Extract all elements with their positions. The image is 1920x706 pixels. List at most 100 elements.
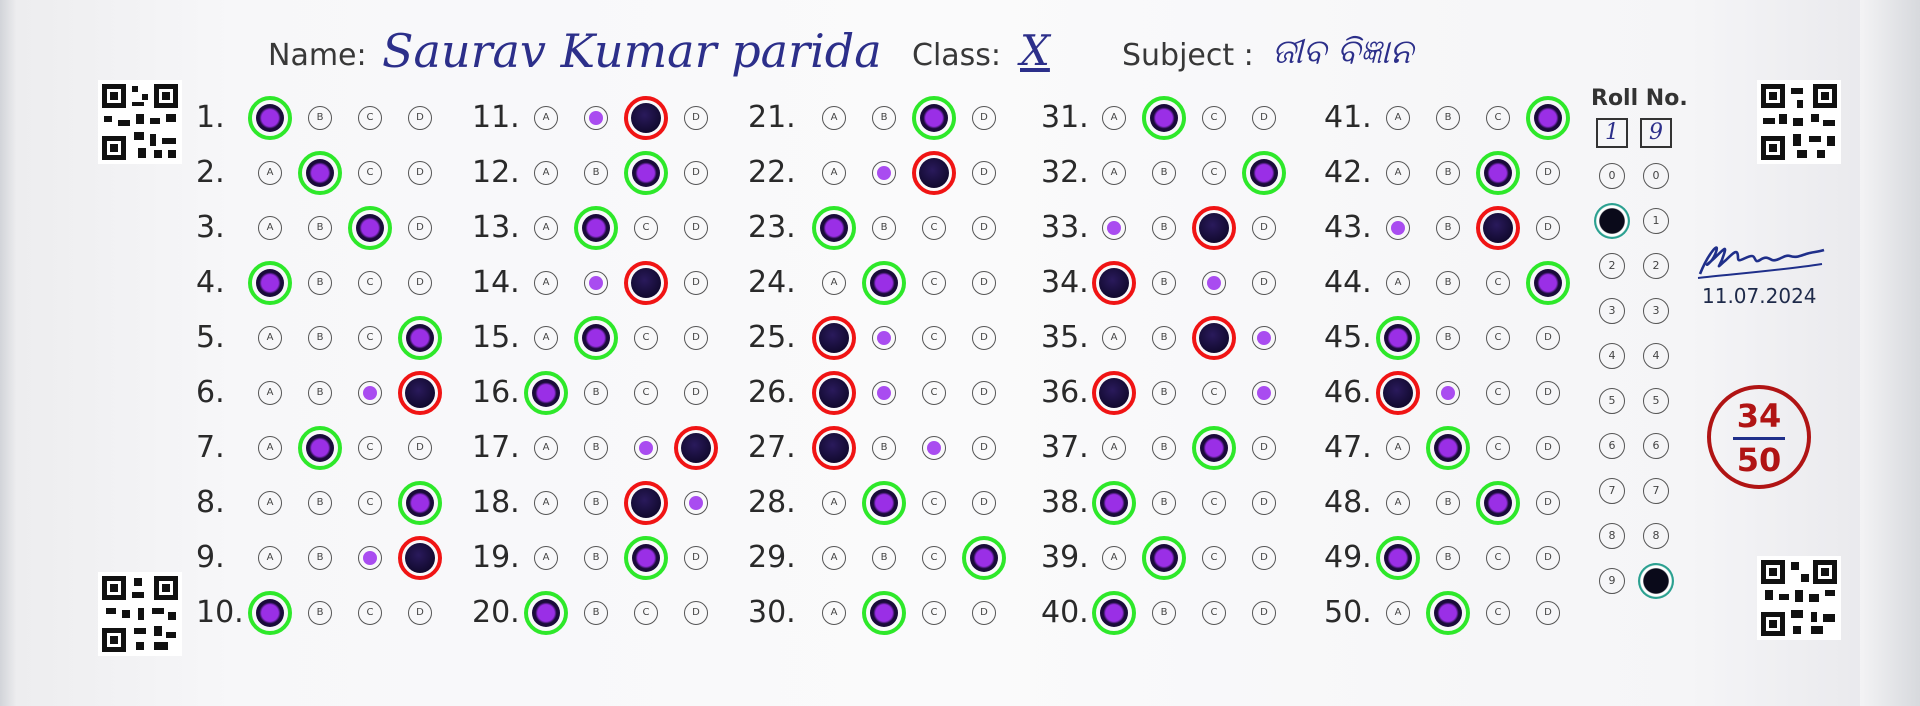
option-bubble[interactable]: A: [1386, 491, 1410, 515]
option-bubble[interactable]: D: [972, 216, 996, 240]
selected-bubble[interactable]: [1100, 599, 1128, 627]
selected-bubble[interactable]: [870, 599, 898, 627]
selected-bubble[interactable]: [820, 214, 848, 242]
option-bubble[interactable]: B: [1436, 491, 1460, 515]
option-bubble[interactable]: B: [308, 601, 332, 625]
option-bubble[interactable]: A: [258, 326, 282, 350]
selected-bubble[interactable]: [1099, 378, 1129, 408]
option-bubble[interactable]: B: [1152, 436, 1176, 460]
option-bubble[interactable]: D: [408, 161, 432, 185]
selected-bubble[interactable]: [819, 323, 849, 353]
option-bubble[interactable]: D: [1252, 271, 1276, 295]
option-bubble[interactable]: D: [408, 271, 432, 295]
option-bubble[interactable]: C: [634, 601, 658, 625]
selected-bubble[interactable]: [920, 104, 948, 132]
roll-digit-bubble[interactable]: 5: [1643, 388, 1669, 414]
option-bubble[interactable]: D: [972, 381, 996, 405]
selected-bubble[interactable]: [1534, 104, 1562, 132]
option-bubble[interactable]: B: [1436, 271, 1460, 295]
option-bubble[interactable]: A: [1102, 326, 1126, 350]
selected-bubble[interactable]: [1384, 544, 1412, 572]
option-bubble[interactable]: C: [922, 546, 946, 570]
option-bubble[interactable]: B: [584, 161, 608, 185]
option-bubble[interactable]: C: [1486, 436, 1510, 460]
selected-bubble[interactable]: [406, 324, 434, 352]
selected-bubble[interactable]: [1250, 159, 1278, 187]
option-bubble[interactable]: D: [1252, 491, 1276, 515]
option-bubble[interactable]: D: [684, 106, 708, 130]
selected-bubble[interactable]: [919, 158, 949, 188]
selected-bubble[interactable]: [1150, 104, 1178, 132]
selected-bubble[interactable]: [970, 544, 998, 572]
selected-bubble[interactable]: [1099, 268, 1129, 298]
option-bubble[interactable]: D: [1252, 546, 1276, 570]
option-bubble[interactable]: B: [584, 381, 608, 405]
option-bubble[interactable]: C: [358, 601, 382, 625]
roll-digit-bubble[interactable]: 9: [1599, 568, 1625, 594]
option-bubble[interactable]: B: [872, 546, 896, 570]
option-bubble[interactable]: C: [634, 216, 658, 240]
option-bubble[interactable]: C: [358, 271, 382, 295]
selected-bubble[interactable]: [1150, 544, 1178, 572]
selected-bubble[interactable]: [632, 159, 660, 187]
roll-digit-bubble[interactable]: 7: [1599, 478, 1625, 504]
selected-bubble[interactable]: [256, 104, 284, 132]
option-bubble[interactable]: B: [308, 381, 332, 405]
option-bubble[interactable]: B: [584, 601, 608, 625]
roll-digit-bubble[interactable]: 8: [1643, 523, 1669, 549]
selected-bubble[interactable]: [1534, 269, 1562, 297]
option-bubble[interactable]: D: [1536, 326, 1560, 350]
option-bubble[interactable]: C: [922, 601, 946, 625]
selected-bubble[interactable]: [1384, 324, 1412, 352]
roll-selected-bubble[interactable]: [1594, 203, 1630, 239]
option-bubble[interactable]: A: [1102, 106, 1126, 130]
option-bubble[interactable]: C: [922, 381, 946, 405]
option-bubble[interactable]: D: [1536, 546, 1560, 570]
option-bubble[interactable]: D: [408, 601, 432, 625]
option-bubble[interactable]: D: [1536, 436, 1560, 460]
option-bubble[interactable]: C: [1202, 546, 1226, 570]
selected-bubble[interactable]: [870, 489, 898, 517]
selected-bubble[interactable]: [582, 324, 610, 352]
option-bubble[interactable]: A: [822, 601, 846, 625]
option-bubble[interactable]: C: [358, 491, 382, 515]
option-bubble[interactable]: A: [534, 546, 558, 570]
selected-bubble[interactable]: [582, 214, 610, 242]
roll-digit-bubble[interactable]: 6: [1599, 433, 1625, 459]
selected-bubble[interactable]: [681, 433, 711, 463]
roll-digit-bubble[interactable]: 3: [1643, 298, 1669, 324]
option-bubble[interactable]: D: [1536, 601, 1560, 625]
selected-bubble[interactable]: [631, 488, 661, 518]
selected-bubble[interactable]: [1484, 489, 1512, 517]
option-bubble[interactable]: B: [1152, 216, 1176, 240]
option-bubble[interactable]: D: [972, 326, 996, 350]
option-bubble[interactable]: A: [258, 491, 282, 515]
option-bubble[interactable]: B: [1152, 491, 1176, 515]
option-bubble[interactable]: A: [1102, 436, 1126, 460]
roll-digit-bubble[interactable]: 1: [1643, 208, 1669, 234]
selected-bubble[interactable]: [819, 433, 849, 463]
option-bubble[interactable]: A: [1386, 436, 1410, 460]
option-bubble[interactable]: C: [358, 436, 382, 460]
option-bubble[interactable]: A: [822, 106, 846, 130]
selected-bubble[interactable]: [1100, 489, 1128, 517]
option-bubble[interactable]: B: [1436, 106, 1460, 130]
roll-digit-bubble[interactable]: 8: [1599, 523, 1625, 549]
selected-bubble[interactable]: [819, 378, 849, 408]
option-bubble[interactable]: D: [1252, 601, 1276, 625]
option-bubble[interactable]: C: [1202, 491, 1226, 515]
selected-bubble[interactable]: [256, 599, 284, 627]
option-bubble[interactable]: A: [258, 216, 282, 240]
option-bubble[interactable]: A: [534, 106, 558, 130]
option-bubble[interactable]: D: [684, 381, 708, 405]
option-bubble[interactable]: B: [1152, 381, 1176, 405]
option-bubble[interactable]: A: [534, 491, 558, 515]
selected-bubble[interactable]: [306, 434, 334, 462]
option-bubble[interactable]: C: [1202, 106, 1226, 130]
selected-bubble[interactable]: [1199, 213, 1229, 243]
option-bubble[interactable]: C: [1202, 161, 1226, 185]
option-bubble[interactable]: D: [972, 491, 996, 515]
option-bubble[interactable]: B: [1152, 326, 1176, 350]
option-bubble[interactable]: A: [1386, 106, 1410, 130]
option-bubble[interactable]: D: [684, 216, 708, 240]
